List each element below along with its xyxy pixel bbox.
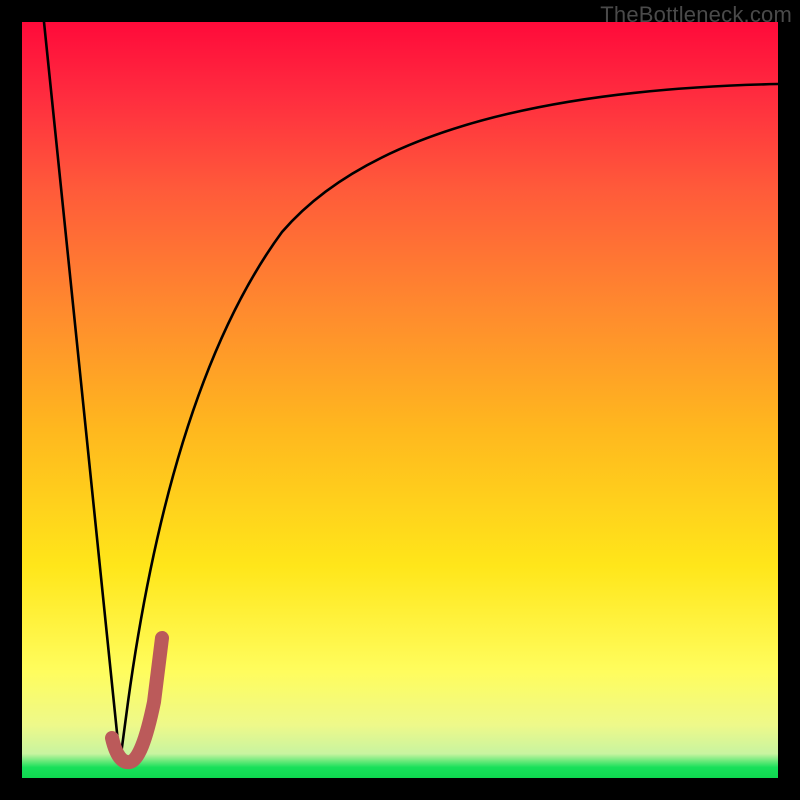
curve-left-branch <box>44 22 120 762</box>
curve-right-branch <box>120 84 778 762</box>
current-position-marker <box>112 638 162 762</box>
plot-area <box>22 22 778 778</box>
curve-layer <box>22 22 778 778</box>
chart-frame: TheBottleneck.com <box>0 0 800 800</box>
